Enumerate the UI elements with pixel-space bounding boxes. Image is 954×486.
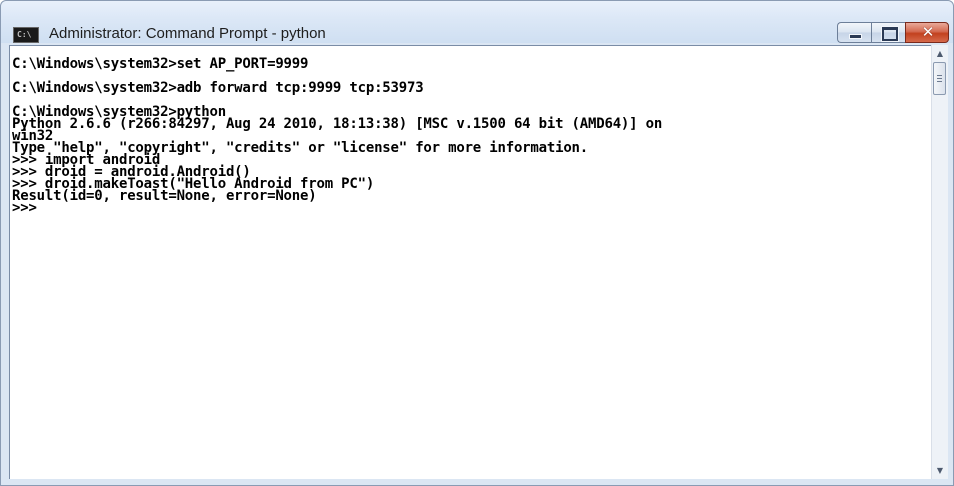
console-output[interactable]: C:\Windows\system32>set AP_PORT=9999 C:\… bbox=[9, 45, 931, 479]
grip-line bbox=[937, 78, 942, 79]
close-icon: ✕ bbox=[921, 23, 935, 41]
scroll-up-icon[interactable]: ▲ bbox=[932, 45, 948, 62]
minimize-icon bbox=[849, 34, 862, 39]
minimize-button[interactable] bbox=[837, 22, 871, 43]
maximize-icon bbox=[881, 26, 899, 42]
vertical-scrollbar[interactable]: ▲ ▼ bbox=[931, 45, 948, 479]
command-prompt-icon[interactable]: C:\ bbox=[13, 27, 39, 43]
command-prompt-window: C:\ Administrator: Command Prompt - pyth… bbox=[0, 0, 954, 486]
console-line: Python 2.6.6 (r266:84297, Aug 24 2010, 1… bbox=[12, 116, 663, 132]
console-lines: C:\Windows\system32>set AP_PORT=9999 C:\… bbox=[12, 56, 663, 215]
maximize-button[interactable] bbox=[871, 22, 905, 43]
window-border-right bbox=[948, 45, 953, 485]
window-title: Administrator: Command Prompt - python bbox=[49, 25, 326, 42]
grip-line bbox=[937, 75, 942, 76]
console-line: C:\Windows\system32>adb forward tcp:9999… bbox=[12, 80, 424, 96]
title-bar[interactable]: C:\ Administrator: Command Prompt - pyth… bbox=[1, 1, 953, 43]
window-controls: ✕ bbox=[837, 22, 949, 44]
close-button[interactable]: ✕ bbox=[905, 22, 949, 43]
grip-line bbox=[937, 81, 942, 82]
console-line: C:\Windows\system32>set AP_PORT=9999 bbox=[12, 56, 309, 72]
window-border-bottom bbox=[1, 479, 953, 485]
scrollbar-thumb[interactable] bbox=[933, 62, 946, 95]
scroll-down-icon[interactable]: ▼ bbox=[932, 462, 948, 479]
